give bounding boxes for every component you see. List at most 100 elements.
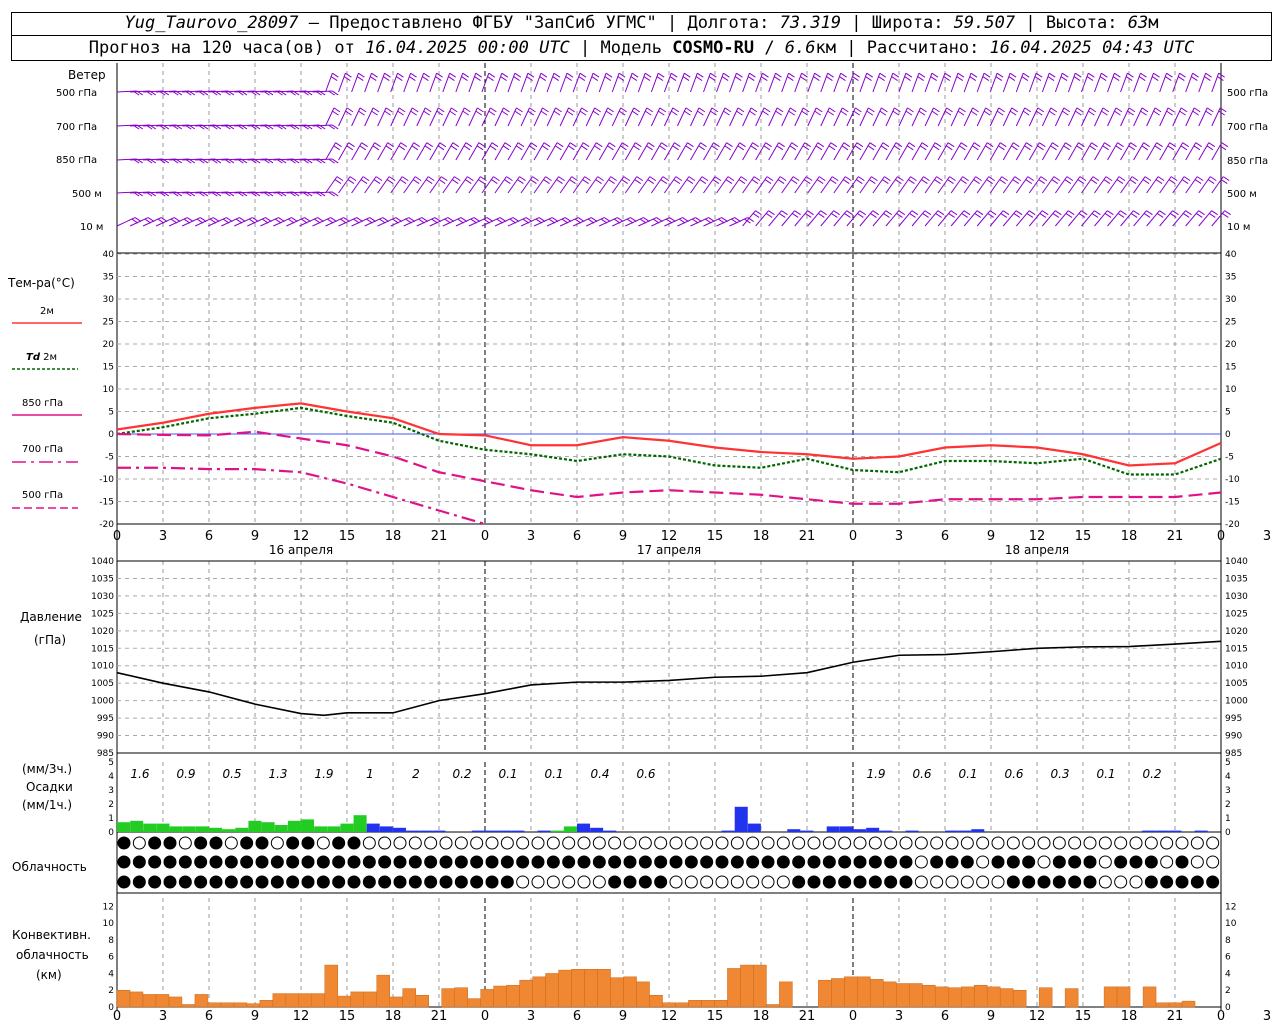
wind-barb bbox=[755, 107, 771, 127]
wind-barb bbox=[520, 107, 536, 127]
wind-barb bbox=[481, 72, 496, 93]
conv-bar bbox=[818, 979, 832, 1008]
conv-bar bbox=[909, 983, 923, 1008]
cloud-symbol bbox=[1175, 875, 1189, 889]
wind-barb bbox=[455, 107, 471, 127]
pressure-ytick-left: 1000 bbox=[91, 697, 114, 707]
precip-ytick-right: 0 bbox=[1225, 828, 1231, 838]
cloud-symbol bbox=[378, 855, 392, 869]
wind-barb bbox=[807, 142, 825, 161]
cloud-symbol bbox=[592, 855, 606, 869]
wind-barb bbox=[807, 107, 823, 127]
wind-barb bbox=[976, 107, 992, 127]
cloud-symbol bbox=[117, 875, 131, 889]
precip-ytick-right: 1 bbox=[1225, 814, 1231, 824]
wind-barb bbox=[937, 142, 955, 161]
pressure-ytick-left: 1015 bbox=[91, 644, 114, 654]
wind-level-right: 700 гПа bbox=[1227, 122, 1268, 133]
wind-barb bbox=[129, 217, 155, 227]
precip-ytick-left: 5 bbox=[108, 758, 114, 768]
wind-barb bbox=[416, 107, 432, 127]
wind-barb bbox=[364, 107, 380, 127]
temp-xtick: 15 bbox=[707, 529, 724, 544]
cloud-symbol bbox=[194, 875, 208, 889]
cloud-symbol bbox=[822, 875, 836, 889]
wind-barb bbox=[650, 72, 665, 93]
wind-barb bbox=[794, 72, 808, 93]
wind-barb bbox=[338, 217, 363, 227]
cloud-symbol bbox=[807, 855, 821, 869]
cloud-symbol bbox=[654, 855, 668, 869]
wind-barb bbox=[1133, 72, 1147, 93]
conv-bar bbox=[129, 991, 144, 1008]
cloud-symbol bbox=[240, 836, 254, 850]
precip-bar bbox=[274, 825, 288, 832]
conv-bar bbox=[506, 984, 520, 1008]
cloud-symbol bbox=[1144, 875, 1158, 889]
conv-bar bbox=[233, 1002, 248, 1008]
precip-bar bbox=[853, 829, 867, 832]
temp-xtick: 18 bbox=[385, 529, 402, 544]
temp-ytick-right: 15 bbox=[1225, 363, 1236, 373]
wind-barb bbox=[716, 107, 732, 127]
wind-barb bbox=[351, 72, 365, 93]
cloud-symbol bbox=[991, 855, 1005, 869]
cloud-symbol bbox=[1083, 855, 1097, 869]
wind-barb bbox=[416, 142, 434, 161]
wind-barb bbox=[468, 107, 484, 127]
cloud-symbol bbox=[470, 836, 484, 850]
wind-barb bbox=[351, 217, 377, 227]
cloud-symbol bbox=[669, 855, 683, 869]
precip-bar bbox=[485, 830, 499, 832]
conv-bar bbox=[831, 978, 845, 1008]
cloud-symbol bbox=[362, 855, 376, 869]
wind-barb bbox=[247, 217, 272, 227]
conv-xtick: 0 bbox=[849, 1009, 857, 1024]
conv-bar bbox=[1116, 986, 1131, 1008]
conv-ytick-right: 0 bbox=[1225, 1003, 1231, 1013]
conv-bar bbox=[844, 976, 858, 1008]
wind-barb bbox=[742, 107, 758, 127]
precip-bar bbox=[327, 826, 341, 832]
conv-bar bbox=[623, 976, 637, 1008]
temp-ytick-right: 35 bbox=[1225, 273, 1236, 283]
conv-bar bbox=[480, 989, 494, 1008]
precip-bar bbox=[800, 830, 814, 832]
cloud-symbol bbox=[1006, 855, 1020, 869]
wind-barb bbox=[442, 72, 456, 93]
cloud-symbol bbox=[1083, 875, 1097, 889]
wind-barb bbox=[533, 107, 549, 127]
cloud-symbol bbox=[178, 875, 192, 889]
cloud-symbol bbox=[577, 855, 591, 869]
wind-barb bbox=[546, 72, 561, 93]
wind-barb bbox=[1185, 72, 1199, 93]
cloud-symbol bbox=[1068, 875, 1082, 889]
cloud-symbol bbox=[117, 855, 131, 869]
cloud-symbol bbox=[562, 836, 576, 850]
cloud-symbol bbox=[1083, 836, 1097, 850]
precip-bar bbox=[406, 830, 420, 832]
precip-3h-label: 0.6 bbox=[636, 767, 655, 781]
wind-barb bbox=[1067, 72, 1082, 93]
wind-barb bbox=[116, 217, 142, 227]
precip-bar bbox=[419, 830, 433, 832]
wind-barb bbox=[429, 217, 455, 227]
wind-barb bbox=[390, 107, 406, 127]
precip-bar bbox=[195, 826, 209, 832]
cloud-symbol bbox=[792, 855, 806, 869]
wind-barb bbox=[729, 107, 745, 127]
wind-barb bbox=[911, 142, 929, 161]
wind-level-right: 500 м bbox=[1227, 189, 1257, 200]
temp-xtick: 18 bbox=[753, 529, 770, 544]
precip-bar bbox=[287, 820, 301, 832]
cloud-symbol bbox=[592, 875, 606, 889]
cloud-symbol bbox=[132, 875, 146, 889]
wind-barb bbox=[1198, 72, 1212, 93]
wind-barb bbox=[533, 142, 551, 161]
wind-barb bbox=[1068, 142, 1085, 161]
conv-ytick-left: 8 bbox=[108, 936, 114, 946]
wind-barb bbox=[520, 72, 535, 93]
pressure-ytick-right: 1035 bbox=[1225, 574, 1248, 584]
precip-bar bbox=[866, 827, 880, 832]
cloud-symbol bbox=[255, 855, 269, 869]
